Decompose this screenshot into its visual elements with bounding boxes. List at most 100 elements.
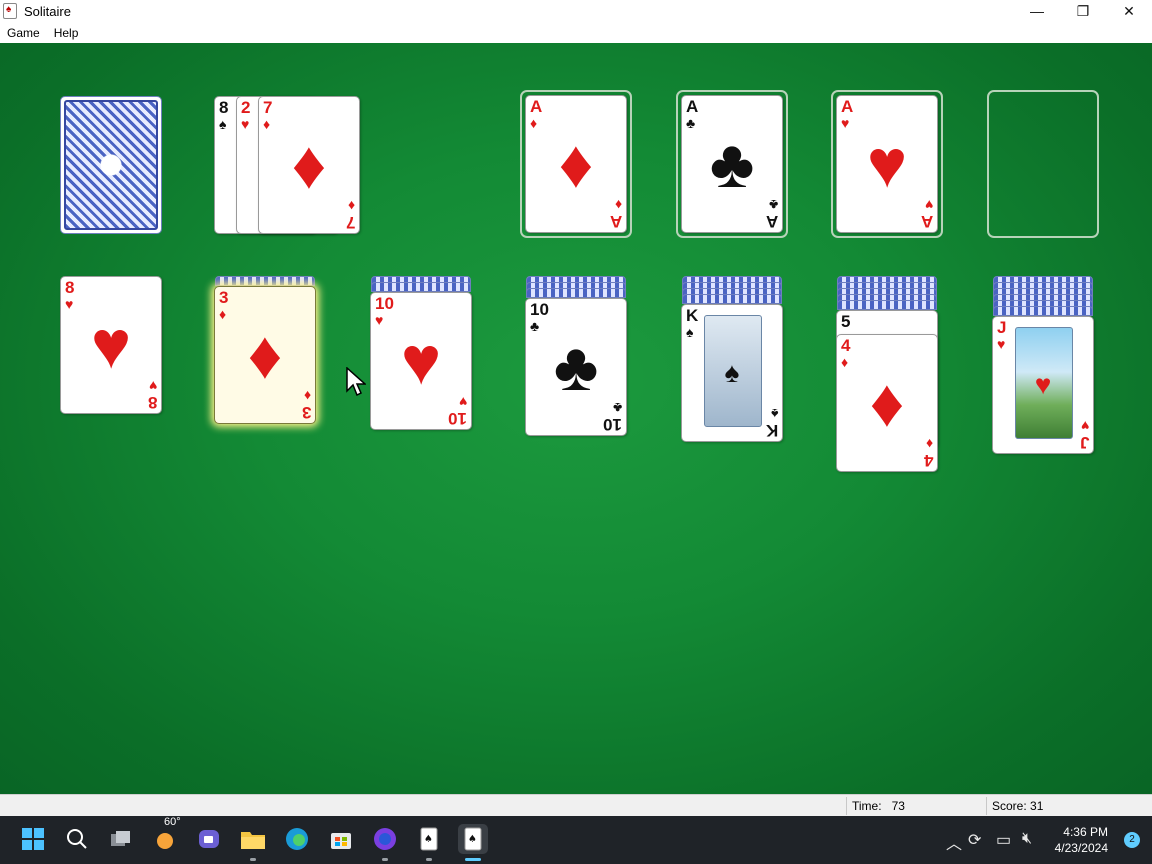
card-suit-corner: ♦: [347, 198, 355, 214]
card-center-suit: ♦: [869, 365, 905, 441]
card-rank: 7: [263, 98, 273, 117]
playing-card[interactable]: J ♥ J ♥ ♥: [992, 316, 1094, 454]
playing-card[interactable]: K ♠ K ♠ ♠: [681, 304, 783, 442]
playing-card[interactable]: A ♦ A ♦ ♦: [525, 95, 627, 233]
svg-text:♠: ♠: [424, 834, 433, 845]
speaker-muted-icon[interactable]: 🔇︎: [1022, 830, 1032, 848]
menu-bar: Game Help: [0, 22, 1152, 43]
face-down-card: [682, 294, 782, 304]
card-rank-corner: 4: [923, 451, 933, 470]
card-center-suit: ♦: [247, 317, 283, 393]
playing-card[interactable]: 8 ♥ 8 ♥ ♥: [60, 276, 162, 414]
show-hidden-icons-chevron-icon[interactable]: ︿: [946, 830, 962, 854]
score-label: Score:: [992, 799, 1027, 813]
foundation-slot[interactable]: [987, 90, 1099, 238]
active-indicator: [465, 858, 481, 861]
clock-date: 4/23/2024: [1054, 841, 1108, 855]
status-separator: [986, 797, 987, 815]
card-center-suit: ♥: [400, 323, 442, 399]
firefox-icon[interactable]: [370, 824, 400, 854]
playing-card[interactable]: A ♥ A ♥ ♥: [836, 95, 938, 233]
playing-card[interactable]: A ♣ A ♣ ♣: [681, 95, 783, 233]
game-table: 8 ♠ 2 ♥ 7 ♦ 7 ♦ ♦ A ♦ A ♦ ♦ A ♣ A ♣ ♣ A ♥ A ♥ ♥ 8 ♥ 8 ♥ ♥ 3 ♦ 3 ♦ ♦ 10 ♥ 1…: [0, 43, 1152, 794]
status-separator: [846, 797, 847, 815]
card-center-suit: ♥: [866, 126, 908, 202]
card-rank-corner: J: [1079, 433, 1089, 452]
windows-logo-icon: [22, 828, 44, 850]
card-suit-corner: ♦: [303, 388, 311, 404]
card-suit: ♦: [841, 354, 849, 370]
menu-game[interactable]: Game: [0, 26, 47, 40]
playing-card[interactable]: 10 ♥ 10 ♥ ♥: [370, 292, 472, 430]
face-down-card: [371, 282, 471, 292]
teams-chat-icon[interactable]: [194, 824, 224, 854]
card-suit: ♠: [219, 116, 227, 132]
playing-card[interactable]: 7 ♦ 7 ♦ ♦: [258, 96, 360, 234]
solitaire-taskbar-icon[interactable]: ♠: [414, 824, 444, 854]
clock-time: 4:36 PM: [1063, 825, 1108, 839]
card-suit-corner: ♣: [768, 197, 778, 213]
display-icon[interactable]: ▭: [996, 830, 1011, 850]
start-button[interactable]: [18, 824, 48, 854]
card-back-pattern: [64, 100, 158, 230]
microsoft-store-icon[interactable]: [326, 824, 356, 854]
search-icon[interactable]: [62, 824, 92, 854]
card-suit-corner: ♣: [612, 400, 622, 416]
card-center-suit: ♥: [1034, 369, 1052, 400]
card-rank: 4: [841, 336, 851, 355]
card-suit: ♣: [530, 318, 540, 334]
card-rank-corner: A: [765, 212, 778, 231]
card-suit-corner: ♥: [148, 378, 157, 394]
sync-icon[interactable]: ⟳: [968, 830, 981, 850]
card-rank-corner: 10: [603, 415, 622, 434]
close-button[interactable]: ✕: [1106, 0, 1152, 22]
card-rank: A: [530, 97, 543, 116]
card-center-suit: ♣: [709, 126, 755, 202]
mouse-pointer-icon: [346, 367, 366, 397]
maximize-button[interactable]: ❐: [1060, 0, 1106, 22]
card-rank-corner: 3: [301, 403, 311, 422]
stock-pile[interactable]: [60, 96, 162, 234]
solitaire-active-taskbar-icon[interactable]: ♠: [458, 824, 488, 854]
playing-card[interactable]: 3 ♦ 3 ♦ ♦: [214, 286, 316, 424]
card-rank-corner: 8: [147, 393, 157, 412]
weather-widget[interactable]: 60°: [150, 816, 181, 854]
card-suit: ♥: [65, 296, 74, 312]
card-center-suit: ♦: [558, 126, 594, 202]
notification-badge[interactable]: 2: [1124, 832, 1140, 848]
card-rank-corner: A: [920, 212, 933, 231]
playing-card[interactable]: 10 ♣ 10 ♣ ♣: [525, 298, 627, 436]
face-down-card: [215, 276, 315, 286]
card-rank: J: [997, 318, 1007, 337]
card-rank-corner: 7: [345, 213, 355, 232]
time-display: Time: 73: [852, 799, 905, 813]
running-indicator: [426, 858, 432, 861]
minimize-button[interactable]: —: [1014, 0, 1060, 22]
card-rank: 5: [841, 312, 851, 331]
title-bar: Solitaire — ❐ ✕: [0, 0, 1152, 22]
weather-temp: 60°: [164, 816, 181, 828]
clock[interactable]: 4:36 PM 4/23/2024: [1055, 824, 1108, 856]
running-indicator: [382, 858, 388, 861]
edge-browser-icon[interactable]: [282, 824, 312, 854]
file-explorer-icon[interactable]: [238, 824, 268, 854]
svg-text:♠: ♠: [468, 834, 477, 845]
card-suit: ♦: [530, 115, 538, 131]
menu-help[interactable]: Help: [47, 26, 86, 40]
card-rank: A: [841, 97, 854, 116]
playing-card[interactable]: 4 ♦ 4 ♦ ♦: [836, 334, 938, 472]
card-suit: ♥: [375, 312, 384, 328]
taskbar: 60° ♠ ♠ ︿ ⟳ ▭ 🔇︎ 4:36 PM 4/23/2024 2: [0, 816, 1152, 864]
score-value: 31: [1030, 799, 1044, 813]
face-down-card: [526, 288, 626, 298]
card-suit: ♥: [841, 115, 850, 131]
card-suit: ♦: [263, 116, 271, 132]
time-label: Time:: [852, 799, 882, 813]
card-center-suit: ♥: [90, 307, 132, 383]
card-rank-corner: A: [609, 212, 622, 231]
card-center-suit: ♦: [291, 127, 327, 203]
task-view-icon[interactable]: [106, 824, 136, 854]
card-suit-corner: ♠: [770, 406, 778, 422]
card-rank: 8: [219, 98, 229, 117]
status-bar: Time: 73 Score: 31: [0, 794, 1152, 816]
